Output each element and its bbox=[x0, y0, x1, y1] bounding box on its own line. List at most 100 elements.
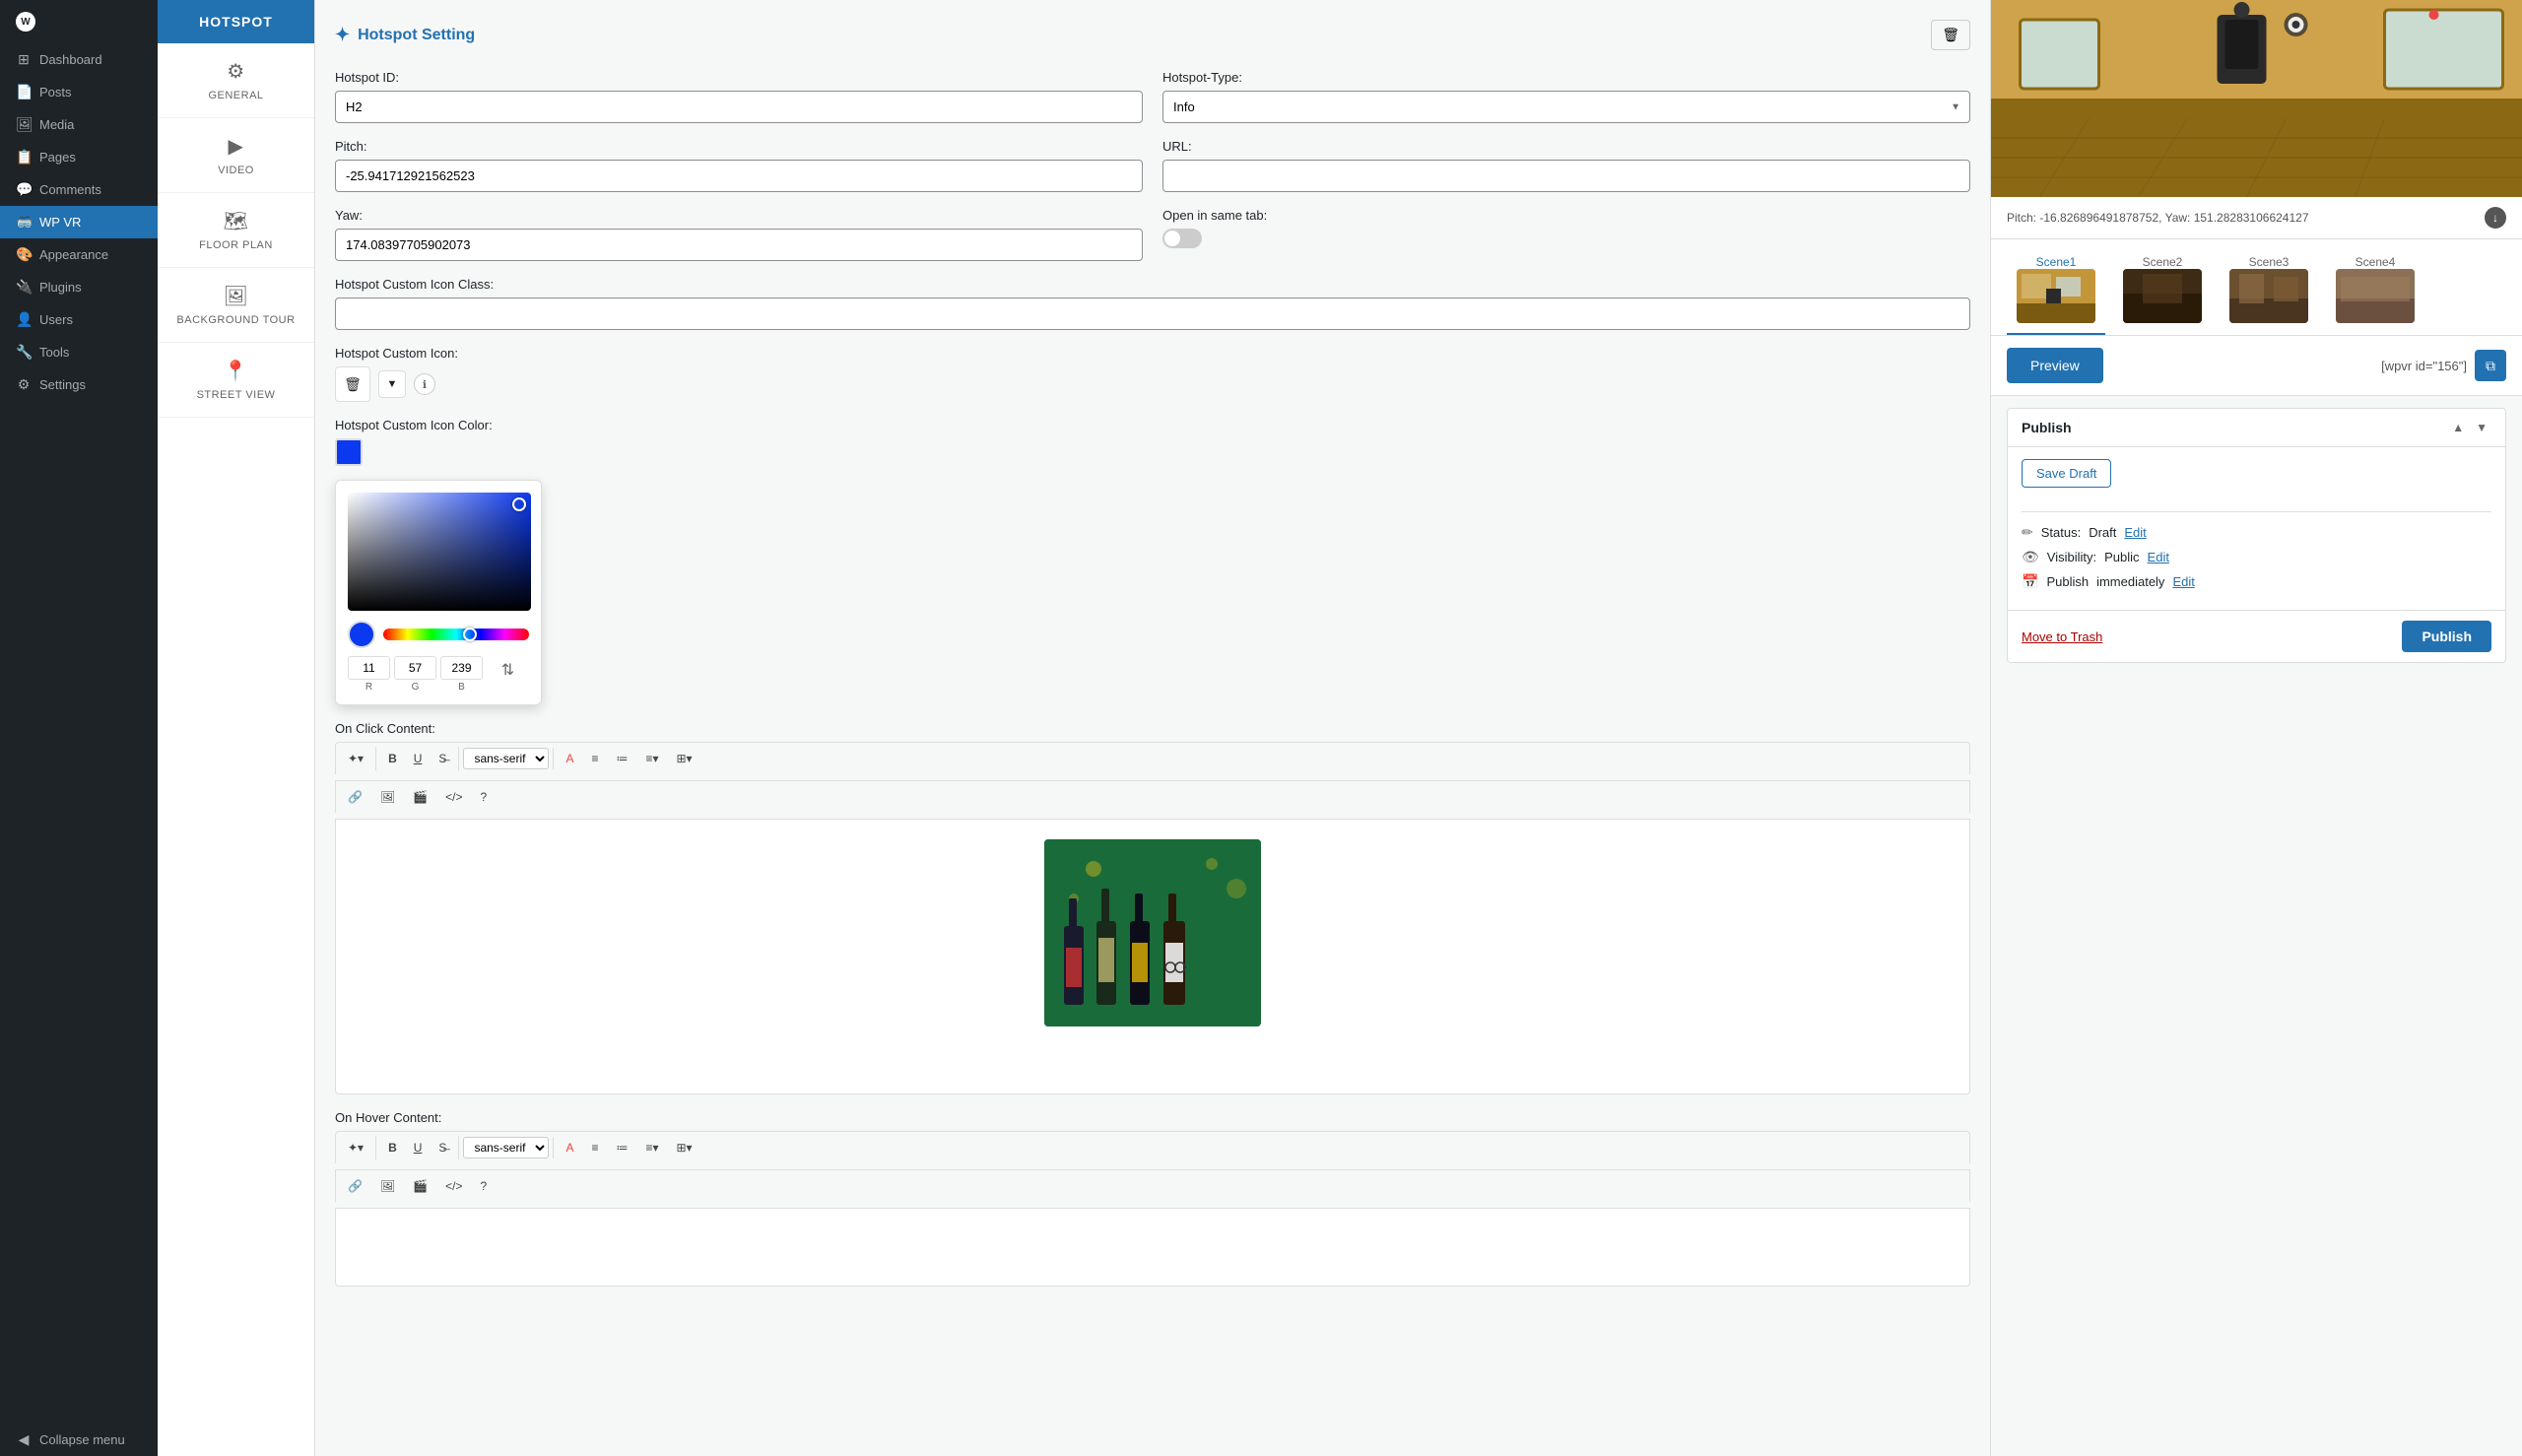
sidebar-item-tools[interactable]: 🔧 Tools bbox=[0, 336, 158, 368]
visibility-edit-link[interactable]: Edit bbox=[2148, 550, 2169, 564]
icon-picker-btn[interactable]: 🗑 bbox=[335, 366, 370, 402]
sidebar-item-settings[interactable]: ⚙ Settings bbox=[0, 368, 158, 401]
yaw-input[interactable] bbox=[335, 229, 1143, 261]
link-btn[interactable]: 🔗 bbox=[340, 785, 370, 809]
copy-shortcode-btn[interactable]: ⧉ bbox=[2475, 350, 2506, 381]
hue-thumb bbox=[463, 628, 477, 641]
publish-collapse-down-btn[interactable]: ▼ bbox=[2472, 419, 2491, 436]
calendar-icon: 📅 bbox=[2022, 573, 2038, 590]
color-hue-slider[interactable] bbox=[383, 629, 529, 640]
sidebar-item-plugins[interactable]: 🔌 Plugins bbox=[0, 271, 158, 303]
font-family-select[interactable]: sans-serif bbox=[463, 748, 549, 769]
rgb-r-input[interactable] bbox=[348, 656, 390, 680]
settings-icon: ⚙ bbox=[16, 376, 32, 393]
onhover-list-ol-btn[interactable]: ≔ bbox=[608, 1136, 635, 1159]
hotspot-nav-general[interactable]: ⚙ GENERAL bbox=[158, 43, 314, 118]
sidebar-item-dashboard[interactable]: ⊞ Dashboard bbox=[0, 43, 158, 76]
custom-icon-class-input[interactable] bbox=[335, 298, 1970, 330]
help-btn[interactable]: ? bbox=[473, 785, 496, 809]
onhover-align-btn[interactable]: ≡▾ bbox=[637, 1136, 666, 1159]
rgb-b-input[interactable] bbox=[440, 656, 483, 680]
onhover-list-btn[interactable]: ≡ bbox=[583, 1136, 606, 1159]
sidebar-item-label: Dashboard bbox=[39, 52, 102, 67]
icon-dropdown-btn[interactable]: ▼ bbox=[378, 370, 406, 398]
onhover-table-btn[interactable]: ⊞▾ bbox=[669, 1136, 700, 1159]
onhover-italic-btn[interactable]: U bbox=[406, 1136, 431, 1159]
right-panel: Pitch: -16.826896491878752, Yaw: 151.282… bbox=[1990, 0, 2522, 1456]
open-same-tab-toggle[interactable] bbox=[1162, 229, 1202, 248]
strikethrough-btn[interactable]: S̶ bbox=[431, 747, 454, 770]
onhover-image-btn[interactable]: 🖼 bbox=[372, 1174, 403, 1198]
onhover-editor-content[interactable] bbox=[335, 1208, 1970, 1287]
scene-tab-4[interactable]: Scene4 bbox=[2326, 249, 2424, 335]
sidebar-item-pages[interactable]: 📋 Pages bbox=[0, 141, 158, 173]
embed-btn[interactable]: 🎬 bbox=[405, 785, 435, 809]
spellcheck-btn[interactable]: ✦▾ bbox=[340, 747, 371, 770]
form-row-icon-color: Hotspot Custom Icon Color: bbox=[335, 418, 1970, 705]
onhover-strikethrough-btn[interactable]: S̶ bbox=[431, 1136, 454, 1159]
background-tour-nav-label: BACKGROUND TOUR bbox=[176, 314, 295, 326]
list-ol-btn[interactable]: ≔ bbox=[608, 747, 635, 770]
italic-btn[interactable]: U bbox=[406, 747, 431, 770]
onhover-link-btn[interactable]: 🔗 bbox=[340, 1174, 370, 1198]
delete-hotspot-btn[interactable]: 🗑 bbox=[1931, 20, 1970, 50]
list-ul-btn[interactable]: ≡ bbox=[583, 747, 606, 770]
hotspot-type-select[interactable]: Info URL Scene Video bbox=[1162, 91, 1970, 123]
onhover-bold-btn[interactable]: B bbox=[380, 1136, 405, 1159]
scene-tab-4-label: Scene4 bbox=[2356, 255, 2396, 269]
onhover-font-select[interactable]: sans-serif bbox=[463, 1137, 549, 1158]
url-input[interactable] bbox=[1162, 160, 1970, 192]
bold-btn[interactable]: B bbox=[380, 747, 405, 770]
publish-collapse-up-btn[interactable]: ▲ bbox=[2448, 419, 2468, 436]
color-gradient[interactable] bbox=[348, 493, 531, 611]
hotspot-nav-floorplan[interactable]: 🗺 FLOOR PLAN bbox=[158, 193, 314, 268]
sidebar-item-users[interactable]: 👤 Users bbox=[0, 303, 158, 336]
onhover-help-btn[interactable]: ? bbox=[473, 1174, 496, 1198]
onhover-spellcheck-btn[interactable]: ✦▾ bbox=[340, 1136, 371, 1159]
table-btn[interactable]: ⊞▾ bbox=[669, 747, 700, 770]
pitch-input[interactable] bbox=[335, 160, 1143, 192]
status-icon: ✏ bbox=[2022, 524, 2033, 541]
preview-btn[interactable]: Preview bbox=[2007, 348, 2103, 383]
rgb-mode-toggle[interactable]: ⇅ bbox=[501, 656, 514, 684]
pitch-info-download-btn[interactable]: ↓ bbox=[2485, 207, 2506, 229]
publish-timing-edit-link[interactable]: Edit bbox=[2172, 574, 2194, 589]
sidebar-item-media[interactable]: 🖼 Media bbox=[0, 108, 158, 141]
save-draft-btn[interactable]: Save Draft bbox=[2022, 459, 2111, 488]
onhover-embed-btn[interactable]: 🎬 bbox=[405, 1174, 435, 1198]
visibility-label: Visibility: bbox=[2047, 550, 2096, 564]
onhover-code-btn[interactable]: </> bbox=[437, 1174, 470, 1198]
image-btn[interactable]: 🖼 bbox=[372, 785, 403, 809]
rgb-g-input[interactable] bbox=[394, 656, 436, 680]
onhover-text-color-btn[interactable]: A bbox=[558, 1136, 581, 1159]
url-label: URL: bbox=[1162, 139, 1970, 154]
align-btn[interactable]: ≡▾ bbox=[637, 747, 666, 770]
color-cursor bbox=[512, 497, 526, 511]
sidebar-item-appearance[interactable]: 🎨 Appearance bbox=[0, 238, 158, 271]
color-swatch-btn[interactable] bbox=[335, 438, 363, 466]
sidebar-item-comments[interactable]: 💬 Comments bbox=[0, 173, 158, 206]
sidebar-item-wpvr[interactable]: 🥽 WP VR bbox=[0, 206, 158, 238]
posts-icon: 📄 bbox=[16, 84, 32, 100]
comments-icon: 💬 bbox=[16, 181, 32, 198]
hotspot-id-input[interactable] bbox=[335, 91, 1143, 123]
text-color-btn[interactable]: A bbox=[558, 747, 581, 770]
hotspot-nav-top-btn[interactable]: HOTSPOT bbox=[158, 0, 314, 43]
move-to-trash-link[interactable]: Move to Trash bbox=[2022, 629, 2102, 644]
hotspot-nav-street-view[interactable]: 📍 STREET VIEW bbox=[158, 343, 314, 418]
hotspot-nav-background-tour[interactable]: 🖼 BACKGROUND TOUR bbox=[158, 268, 314, 343]
hotspot-nav-video[interactable]: ▶ VIDEO bbox=[158, 118, 314, 193]
status-edit-link[interactable]: Edit bbox=[2124, 525, 2146, 540]
icon-info-btn[interactable]: ℹ bbox=[414, 373, 435, 395]
publish-submit-btn[interactable]: Publish bbox=[2402, 621, 2491, 652]
sidebar-item-posts[interactable]: 📄 Posts bbox=[0, 76, 158, 108]
scene-tab-3[interactable]: Scene3 bbox=[2220, 249, 2318, 335]
floorplan-nav-icon: 🗺 bbox=[224, 209, 249, 233]
onhover-toolbar-group-spellcheck: ✦▾ bbox=[340, 1136, 376, 1159]
sidebar-item-collapse[interactable]: ◀ Collapse menu bbox=[0, 1423, 158, 1456]
code-btn[interactable]: </> bbox=[437, 785, 470, 809]
onclick-editor-content[interactable] bbox=[335, 819, 1970, 1094]
scene-tab-2[interactable]: Scene2 bbox=[2113, 249, 2212, 335]
video-nav-icon: ▶ bbox=[229, 134, 244, 159]
scene-tab-1[interactable]: Scene1 bbox=[2007, 249, 2105, 335]
